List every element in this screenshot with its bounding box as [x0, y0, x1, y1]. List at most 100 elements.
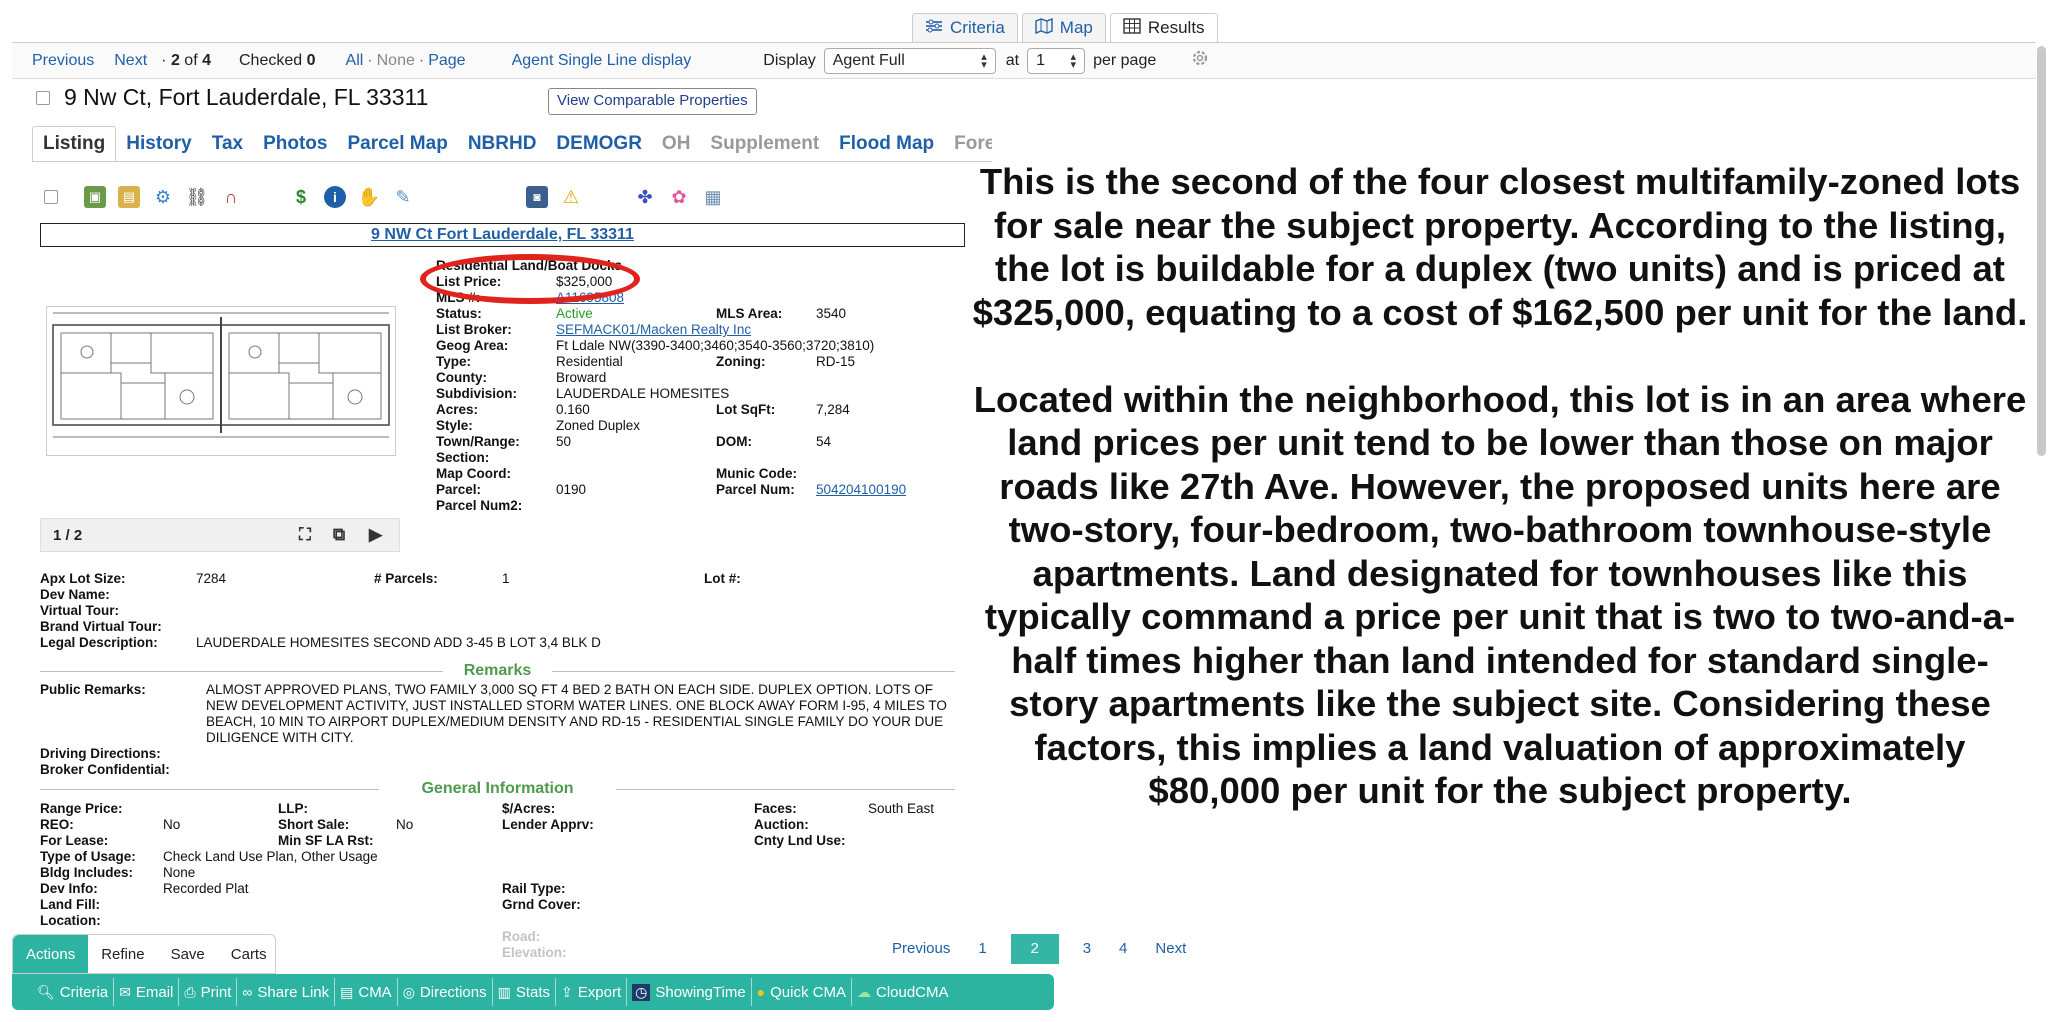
status-value: Active [556, 306, 593, 321]
compass-icon: ◎ [402, 983, 415, 1000]
horseshoe-icon[interactable]: ∩ [220, 186, 242, 208]
pager-page-2[interactable]: 2 [1010, 934, 1059, 964]
export-button[interactable]: ⇪ Export [556, 978, 628, 1006]
criteria-button[interactable]: 🔍︎ Criteria [32, 978, 115, 1006]
tab-photos[interactable]: Photos [253, 127, 337, 161]
subdivision-label: Subdivision: [436, 386, 517, 401]
cloudcma-button[interactable]: ☁ CloudCMA [852, 978, 954, 1006]
dollar-icon[interactable]: $ [290, 186, 312, 208]
handshake-icon[interactable]: ✋ [358, 186, 380, 208]
tools-icon[interactable]: ✎ [392, 186, 414, 208]
tab-flood-map[interactable]: Flood Map [829, 127, 944, 161]
network-icon[interactable]: ✤ [634, 186, 656, 208]
export-button-label: Export [577, 983, 622, 1001]
camera-icon[interactable]: ◙ [526, 186, 548, 208]
pager-page-3[interactable]: 3 [1069, 934, 1105, 964]
play-icon[interactable]: ▶ [369, 525, 382, 545]
document-icon[interactable]: ▤ [118, 186, 140, 208]
folder-icon[interactable]: ▦ [702, 186, 724, 208]
tab-demogr[interactable]: DEMOGR [546, 127, 652, 161]
print-button[interactable]: ⎙ Print [179, 978, 238, 1006]
position-current: 2 [170, 51, 180, 69]
tab-forecl[interactable]: Forecl [944, 127, 992, 161]
warning-icon[interactable]: ⚠ [560, 186, 582, 208]
next-link[interactable]: Next [114, 52, 147, 70]
cma-button[interactable]: ▤ CMA [335, 978, 398, 1006]
parcel-num-link[interactable]: 504204100190 [816, 482, 906, 497]
pager-page-4[interactable]: 4 [1105, 934, 1141, 964]
link-chain-icon[interactable]: ⛓ [186, 186, 209, 208]
tab-save[interactable]: Save [158, 935, 218, 973]
gear-icon[interactable] [1190, 48, 1210, 73]
email-button[interactable]: ✉ Email [114, 978, 180, 1006]
legal-description-label: Legal Description: [40, 635, 158, 650]
link-icon: ∞ [242, 984, 253, 1000]
directions-button[interactable]: ◎ Directions [398, 978, 493, 1006]
popout-icon[interactable]: ⧉ [333, 525, 345, 545]
stats-button[interactable]: ▥ Stats [493, 978, 557, 1006]
info-icon[interactable]: i [324, 186, 346, 208]
tab-nbrhd[interactable]: NBRHD [458, 127, 547, 161]
view-comparable-button[interactable]: View Comparable Properties [548, 88, 757, 115]
tab-tax[interactable]: Tax [202, 127, 253, 161]
single-line-display-link[interactable]: Agent Single Line display [512, 52, 692, 70]
tab-carts[interactable]: Carts [218, 935, 280, 973]
select-all-link[interactable]: All [346, 52, 364, 70]
tab-history[interactable]: History [116, 127, 201, 161]
color-wheel-icon[interactable]: ✿ [668, 186, 690, 208]
share-link-button[interactable]: ∞ Share Link [237, 978, 336, 1006]
style-label: Style: [436, 418, 473, 433]
location-label: Location: [40, 913, 101, 928]
annotation-paragraph-2: Located within the neighborhood, this lo… [973, 378, 2027, 812]
price-per-acre-label: $/Acres: [502, 801, 556, 816]
tab-listing[interactable]: Listing [32, 126, 117, 161]
llp-label: LLP: [278, 801, 308, 816]
tab-map[interactable]: Map [1021, 13, 1106, 42]
faces-value: South East [868, 801, 935, 816]
fullscreen-icon[interactable]: ⛶ [299, 525, 311, 545]
tab-results[interactable]: Results [1109, 13, 1218, 42]
road-label: Road: [502, 929, 541, 944]
lot-sqft-value: 7,284 [816, 402, 850, 417]
cnty-lnd-use-label: Cnty Lnd Use: [754, 833, 846, 848]
action-bar: 🔍︎ Criteria ✉ Email ⎙ Print ∞ Share Link ▤ CM… [12, 974, 1054, 1010]
elevation-label: Elevation: [502, 945, 567, 960]
pager-previous[interactable]: Previous [878, 934, 964, 964]
listing-checkbox[interactable] [44, 190, 58, 204]
sliders-icon [925, 18, 943, 38]
showingtime-button[interactable]: ◷ ShowingTime [627, 978, 752, 1006]
tab-refine[interactable]: Refine [88, 935, 157, 973]
pager-next[interactable]: Next [1141, 934, 1200, 964]
tab-supplement[interactable]: Supplement [700, 127, 829, 161]
per-page-select[interactable]: 1 ▴ ▾ [1027, 47, 1086, 74]
previous-link[interactable]: Previous [32, 52, 94, 70]
floor-plan-image[interactable] [46, 306, 396, 456]
tab-criteria[interactable]: Criteria [912, 13, 1018, 42]
magnifier-icon: 🔍︎ [37, 983, 55, 1000]
select-page-link[interactable]: Page [428, 52, 465, 70]
tab-actions[interactable]: Actions [13, 935, 89, 973]
acres-value: 0.160 [556, 402, 590, 417]
type-of-usage-label: Type of Usage: [40, 849, 136, 864]
parcels-count-value: 1 [502, 571, 510, 586]
checked-label: Checked [239, 51, 303, 69]
for-lease-label: For Lease: [40, 833, 109, 848]
pagination: Previous 1 2 3 4 Next [878, 934, 1200, 964]
tab-criteria-label: Criteria [950, 18, 1005, 37]
pager-page-1[interactable]: 1 [964, 934, 1000, 964]
annotation-paragraph-1: This is the second of the four closest m… [972, 161, 2028, 333]
section-label: Section: [436, 450, 490, 465]
report-title-link[interactable]: 9 NW Ct Fort Lauderdale, FL 33311 [371, 226, 634, 243]
page-scrollbar[interactable] [2037, 46, 2046, 456]
tab-parcel-map[interactable]: Parcel Map [337, 127, 457, 161]
gear-badge-icon[interactable]: ⚙ [152, 186, 174, 208]
type-of-usage-value: Check Land Use Plan, Other Usage [163, 849, 378, 864]
display-select[interactable]: Agent Full ▴ ▾ [823, 47, 996, 74]
list-broker-link[interactable]: SEFMACK01/Macken Realty Inc [556, 322, 751, 337]
select-none-link[interactable]: None [377, 52, 415, 70]
tab-oh[interactable]: OH [652, 127, 701, 161]
photo-icon[interactable]: ▣ [84, 186, 106, 208]
property-checkbox[interactable] [36, 90, 50, 105]
quick-cma-button[interactable]: ● Quick CMA [752, 978, 852, 1006]
acres-label: Acres: [436, 402, 479, 417]
